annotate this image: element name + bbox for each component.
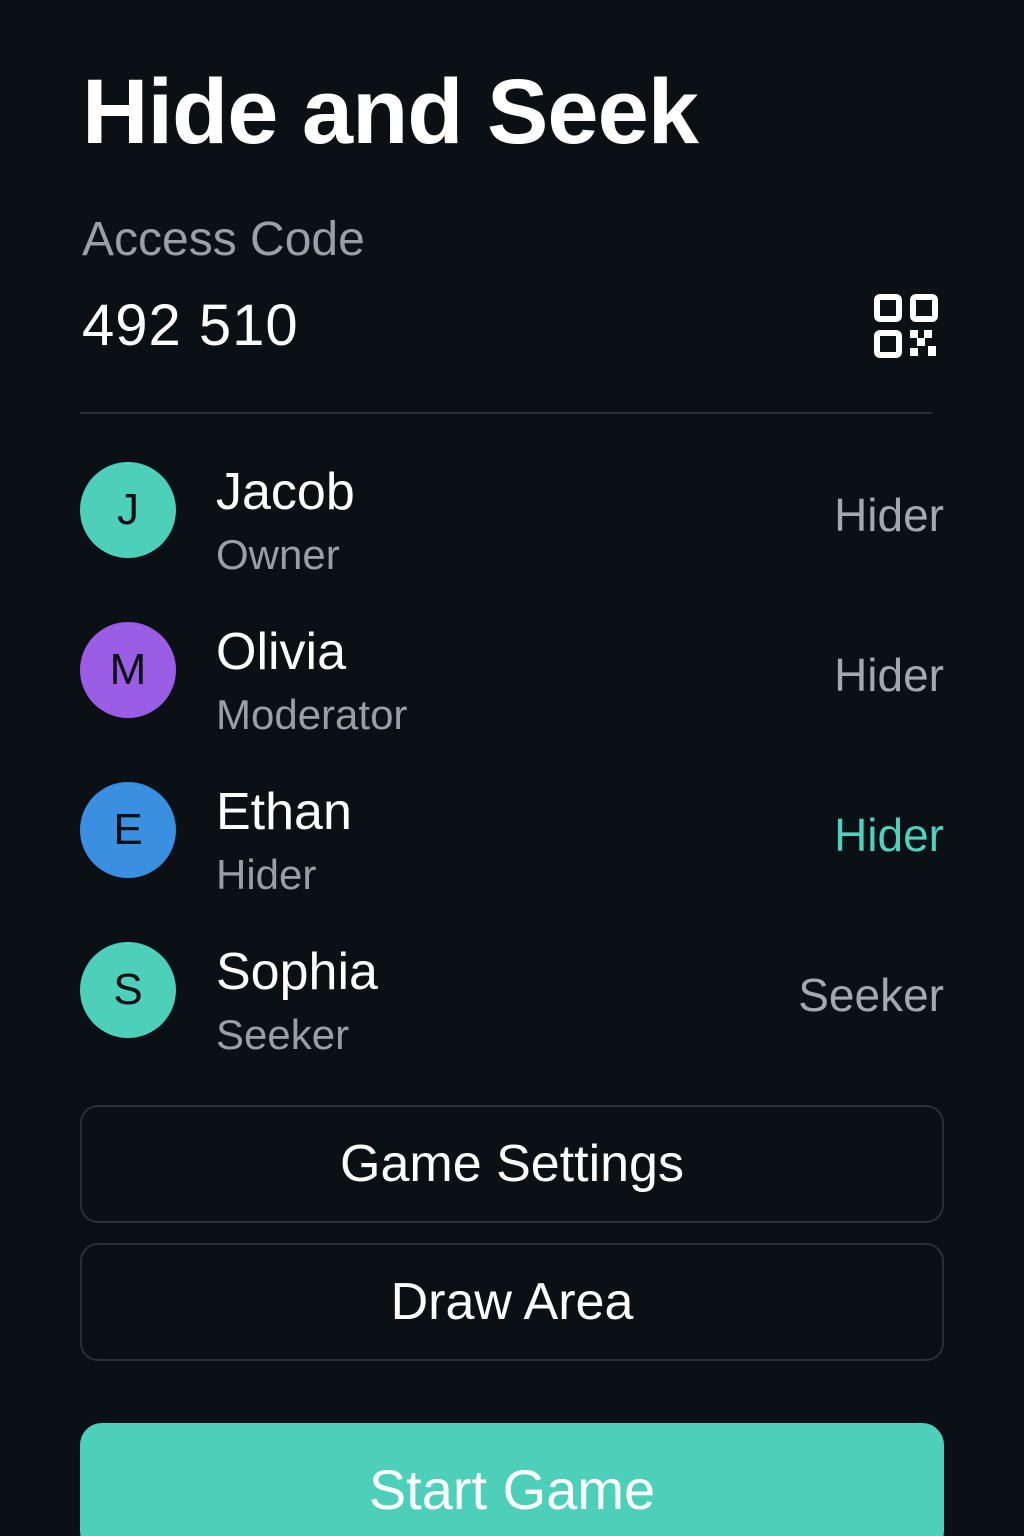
avatar: M	[80, 622, 176, 718]
page-title: Hide and Seek	[82, 61, 699, 163]
player-team[interactable]: Hider	[834, 650, 944, 701]
draw-area-button[interactable]: Draw Area	[80, 1243, 944, 1361]
player-team[interactable]: Hider	[834, 490, 944, 541]
player-row-ethan[interactable]: E Ethan Hider Hider	[80, 780, 944, 940]
player-name: Ethan	[216, 783, 352, 841]
player-team[interactable]: Hider	[834, 810, 944, 861]
qr-code-icon-graphic	[874, 294, 938, 358]
player-row-jacob[interactable]: J Jacob Owner Hider	[80, 460, 944, 620]
avatar: S	[80, 942, 176, 1038]
player-role: Seeker	[216, 1011, 350, 1058]
player-role: Moderator	[216, 691, 408, 738]
player-role: Hider	[216, 851, 317, 898]
player-row-sophia[interactable]: S Sophia Seeker Seeker	[80, 940, 944, 1100]
lobby-screen: Hide and Seek Access Code 492 510 J Jaco…	[0, 0, 1024, 1536]
avatar: E	[80, 782, 176, 878]
start-game-button[interactable]: Start Game	[80, 1423, 944, 1536]
player-team[interactable]: Seeker	[798, 970, 944, 1021]
player-list: J Jacob Owner Hider M Olivia Moderator H…	[80, 460, 944, 1100]
player-name: Olivia	[216, 623, 347, 681]
access-code-value: 492 510	[82, 293, 299, 358]
player-role: Owner	[216, 531, 340, 578]
game-settings-button[interactable]: Game Settings	[80, 1105, 944, 1223]
player-row-olivia[interactable]: M Olivia Moderator Hider	[80, 620, 944, 780]
qr-code-icon[interactable]	[872, 292, 940, 360]
access-code-label: Access Code	[82, 213, 365, 266]
player-name: Jacob	[216, 463, 355, 521]
avatar: J	[80, 462, 176, 558]
player-name: Sophia	[216, 943, 378, 1001]
divider	[80, 412, 932, 414]
